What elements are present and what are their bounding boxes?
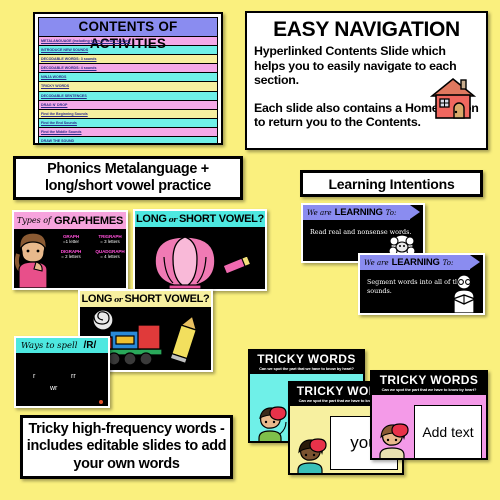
graphemes-title-bold: GRAPHEMES — [54, 214, 124, 227]
learning-intention-header: We are LEARNING To: — [303, 205, 421, 220]
tricky-words-body: Add text — [372, 395, 486, 458]
learning-intention-slide-2[interactable]: We are LEARNING To: Segment words into a… — [358, 253, 485, 315]
easy-navigation-title: EASY NAVIGATION — [273, 18, 460, 41]
contents-of-activities-slide[interactable]: CONTENTS OF ACTIVITIES METALANGUAGE (inc… — [33, 12, 223, 145]
ways-to-spell-title-bar: Ways to spell /R/ — [16, 338, 108, 353]
banner-phonics-metalanguage: Phonics Metalanguage + long/short vowel … — [13, 156, 243, 200]
ways-to-spell-phoneme: /R/ — [83, 340, 97, 351]
ways-to-spell-answers: r rr wr — [16, 353, 108, 406]
banner-learning-intentions: Learning Intentions — [300, 170, 483, 197]
contents-row[interactable]: NINJA WORDS — [38, 73, 218, 83]
learning-intention-script: We are — [364, 258, 389, 267]
contents-row[interactable]: Find the Middle Sounds — [38, 127, 218, 138]
vowel-title-or: or — [168, 214, 178, 224]
contents-row[interactable]: DECODABLE WORDS: 3 sounds — [38, 55, 218, 65]
contents-row[interactable]: TRICKY WORDS — [38, 82, 218, 92]
graphemes-title-script: Types of — [16, 216, 52, 225]
learning-intention-to: To: — [385, 208, 397, 217]
tricky-words-slide-editable[interactable]: TRICKY WORDS Can we spot the part that w… — [370, 370, 488, 460]
vowel-title-right: SHORT VOWEL? — [178, 213, 264, 225]
learning-intention-header: We are LEARNING To: — [360, 255, 480, 270]
boy-with-balloon-icon — [258, 406, 287, 441]
crayon-image — [169, 315, 198, 365]
grapheme-term-digraph: DIGRAPH = 2 letters — [54, 249, 88, 259]
shell-image — [154, 236, 216, 289]
tricky-words-header: TRICKY WORDS Can we spot the part that w… — [250, 351, 363, 374]
banner-tricky-high-frequency: Tricky high-frequency words - includes e… — [20, 415, 233, 479]
graphemes-term-grid: GRAPH =1 letter TRIGRAPH = 3 letters DIG… — [54, 234, 126, 264]
tricky-words-title: TRICKY WORDS — [379, 373, 479, 387]
house-icon — [430, 77, 476, 119]
vowel-title-bar: LONG or SHORT VOWEL? — [135, 211, 265, 227]
ways-to-spell-r-slide[interactable]: Ways to spell /R/ r rr wr — [14, 336, 110, 408]
spelling-option: rr — [71, 373, 76, 380]
spelling-option: wr — [50, 385, 58, 392]
vowel-title-right: SHORT VOWEL? — [124, 293, 210, 305]
tricky-word-box[interactable]: Add text — [414, 405, 482, 458]
tricky-words-title: TRICKY WORDS — [257, 352, 356, 366]
spelling-option: r — [33, 373, 36, 380]
grapheme-definition: = 4 letters — [100, 254, 120, 259]
vowel-title-bar: LONG or SHORT VOWEL? — [80, 291, 211, 307]
graphemes-title-bar: Types of GRAPHEMES — [14, 212, 126, 229]
eraser-image — [223, 257, 252, 273]
contents-row[interactable]: DRAG N' DROP — [38, 100, 218, 110]
long-or-short-vowel-slide-shell[interactable]: LONG or SHORT VOWEL? — [133, 209, 267, 291]
home-button-dot[interactable] — [99, 400, 103, 404]
thinking-girl-icon — [14, 232, 48, 288]
learning-intention-bold: LEARNING — [391, 257, 440, 268]
ways-to-spell-title-script: Ways to spell — [21, 340, 78, 351]
contents-row[interactable]: Find the Beginning Sounds — [38, 109, 218, 119]
reading-person-icon — [451, 274, 477, 313]
grapheme-definition: = 2 letters — [61, 254, 81, 259]
learning-intention-to: To: — [442, 258, 454, 267]
contents-row[interactable]: Find the End Sounds — [38, 118, 218, 128]
train-image — [103, 324, 163, 366]
tricky-words-header: TRICKY WORDS Can we spot the part that w… — [372, 372, 486, 395]
contents-row[interactable]: DECODABLE SENTENCES — [38, 91, 218, 101]
grapheme-term-quadgraph: QUADGRAPH = 4 letters — [93, 249, 126, 259]
slide-collage: CONTENTS OF ACTIVITIES METALANGUAGE (inc… — [0, 0, 500, 500]
contents-row[interactable]: METALANGUAGE (including types of vowel s… — [38, 37, 218, 47]
vowel-title-left: LONG — [81, 293, 113, 305]
child-with-balloon-icon — [379, 423, 409, 458]
vowel-title-or: or — [114, 294, 123, 304]
grapheme-term-trigraph: TRIGRAPH = 3 letters — [93, 234, 126, 244]
types-of-graphemes-slide[interactable]: Types of GRAPHEMES GRAPH =1 letter TRIGR… — [12, 210, 128, 290]
vowel-title-left: LONG — [136, 213, 167, 225]
learning-intention-script: We are — [307, 208, 332, 217]
girl-with-balloon-icon — [297, 438, 327, 473]
grapheme-term-graph: GRAPH =1 letter — [54, 234, 88, 244]
contents-row[interactable]: DECODABLE WORDS: 4 sounds — [38, 64, 218, 74]
contents-row-list: METALANGUAGE (including types of vowel s… — [38, 37, 218, 143]
contents-row[interactable]: DRAW THE SOUND — [38, 137, 218, 143]
contents-title: CONTENTS OF ACTIVITIES — [38, 17, 218, 51]
easy-navigation-card: EASY NAVIGATION Hyperlinked Contents Sli… — [245, 11, 488, 150]
grapheme-definition: = 3 letters — [100, 239, 120, 244]
tricky-words-subtitle: Can we spot the part that we have to kno… — [259, 366, 354, 371]
tricky-words-subtitle: Can we spot the part that we have to kno… — [381, 387, 477, 392]
grapheme-definition: =1 letter — [63, 239, 79, 244]
learning-intention-bold: LEARNING — [334, 207, 383, 218]
